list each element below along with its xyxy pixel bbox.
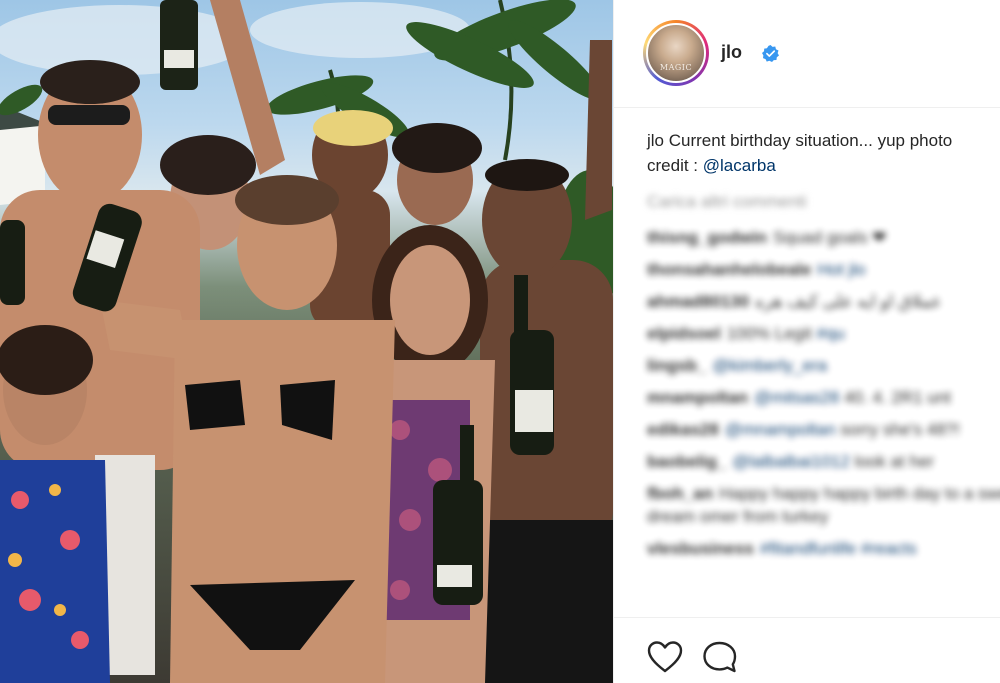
caption-author[interactable]: jlo xyxy=(647,131,664,150)
comment-text: sorry she's 48?! xyxy=(840,420,960,439)
comment-hashtag-link[interactable]: #fitandfunlife #reacts xyxy=(760,539,917,558)
comment-user[interactable]: baobelig_ xyxy=(647,452,726,471)
avatar[interactable]: MAGIC xyxy=(646,23,706,83)
heart-icon[interactable] xyxy=(647,640,683,674)
post-author-username[interactable]: jlo xyxy=(721,42,742,63)
comment-mention-link[interactable]: @lalbalbai1012 xyxy=(732,452,849,471)
comment-user[interactable]: fboh_an xyxy=(647,484,713,503)
comment-item: baobelig_ @lalbalbai1012 look at her xyxy=(647,450,1000,473)
caption-credit-label: credit : xyxy=(647,156,699,175)
comment-user[interactable]: elpidsoel xyxy=(647,324,721,343)
comment-item: ahmad80130 عملاق او ايه على كيف هره xyxy=(647,290,1000,313)
comment-icon[interactable] xyxy=(702,640,738,674)
photo-illustration xyxy=(0,0,613,683)
comment-text: Hot jlo xyxy=(817,260,866,279)
comment-user[interactable]: edikas28 xyxy=(647,420,719,439)
instagram-post: MAGIC jlo jlo Current birthday situation… xyxy=(0,0,1000,683)
caption-mention-link[interactable]: @lacarba xyxy=(703,156,776,175)
comment-text: Squad goals ❤ xyxy=(772,228,887,247)
post-side-panel: MAGIC jlo jlo Current birthday situation… xyxy=(613,0,1000,683)
load-more-comments-link[interactable]: Carica altri commenti xyxy=(647,192,807,212)
comment-user[interactable]: lingsb_ xyxy=(647,356,707,375)
comment-item: lingsb_ @kimberly_era xyxy=(647,354,1000,377)
comment-mention-link[interactable]: @kimberly_era xyxy=(713,356,828,375)
caption-text: Current birthday situation... yup photo xyxy=(668,131,953,150)
post-actions-bar xyxy=(614,617,1000,683)
comment-hashtag-link[interactable]: #qu xyxy=(817,324,845,343)
comment-item: thonsahanhelobeale Hot jlo xyxy=(647,258,1000,281)
comment-item: vlesbusiness #fitandfunlife #reacts xyxy=(647,537,1000,560)
verified-badge-icon xyxy=(762,45,779,62)
comment-mention-link[interactable]: @mnampoltan xyxy=(725,420,836,439)
comment-item: edikas28 @mnampoltan sorry she's 48?! xyxy=(647,418,1000,441)
comment-user[interactable]: mnampoltan xyxy=(647,388,748,407)
comment-user[interactable]: thonsahanhelobeale xyxy=(647,260,811,279)
comment-user[interactable]: ahmad80130 xyxy=(647,292,749,311)
comment-text: عملاق او ايه على كيف هره xyxy=(755,292,942,311)
comments-list: thisng_godwin Squad goals ❤ thonsahanhelo… xyxy=(647,226,1000,569)
comment-text: look at her xyxy=(854,452,934,471)
post-caption: jlo Current birthday situation... yup ph… xyxy=(647,128,1000,178)
comment-item: mnampoltan @mitsas28 40. 4. 2R1 unt xyxy=(647,386,1000,409)
comment-text: 40. 4. 2R1 unt xyxy=(844,388,951,407)
comment-user[interactable]: thisng_godwin xyxy=(647,228,767,247)
comment-text: 100% Legit xyxy=(726,324,812,343)
avatar-overlay-text: MAGIC xyxy=(659,63,693,72)
post-header: MAGIC jlo xyxy=(614,0,1000,108)
comment-mention-link[interactable]: @mitsas28 xyxy=(754,388,839,407)
avatar-story-ring[interactable]: MAGIC xyxy=(643,20,709,86)
comment-item: thisng_godwin Squad goals ❤ xyxy=(647,226,1000,249)
post-photo[interactable] xyxy=(0,0,613,683)
comment-user[interactable]: vlesbusiness xyxy=(647,539,754,558)
comment-item: elpidsoel 100% Legit #qu xyxy=(647,322,1000,345)
comment-item: fboh_an Happy happy happy birth day to a … xyxy=(647,482,1000,528)
